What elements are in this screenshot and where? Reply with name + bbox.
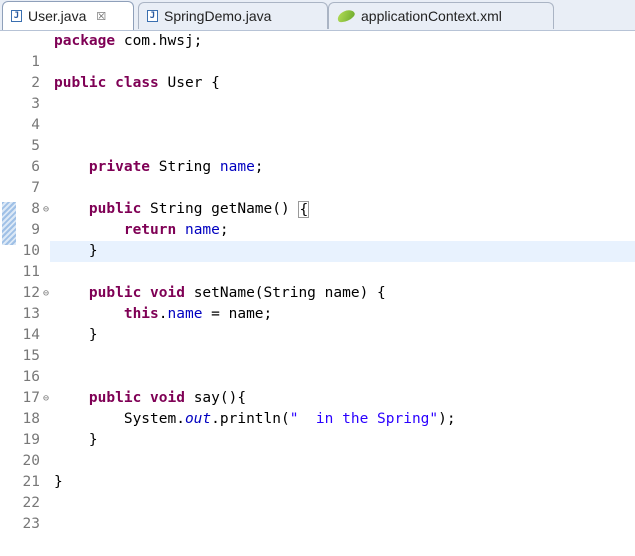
tab-user-java[interactable]: J User.java ☒: [2, 1, 134, 30]
code-line[interactable]: 1 package com.hwsj;: [0, 31, 635, 70]
code-line[interactable]: 5: [0, 115, 635, 154]
code-line[interactable]: 8: [0, 178, 635, 217]
tab-springdemo-java[interactable]: J SpringDemo.java: [138, 2, 328, 29]
code-line[interactable]: 16: [0, 346, 635, 385]
code-editor[interactable]: 1 package com.hwsj; 2 3 public class Use…: [0, 31, 635, 532]
fold-collapse-icon[interactable]: ⊖: [40, 388, 52, 409]
code-line[interactable]: 18 ⊖ public void say(){: [0, 388, 635, 427]
code-line[interactable]: 13 ⊖ public void setName(String name) {: [0, 283, 635, 322]
code-line[interactable]: 9 ⊖ public String getName() {: [0, 199, 635, 238]
editor-tab-bar: J User.java ☒ J SpringDemo.java applicat…: [0, 0, 635, 31]
java-file-icon: J: [11, 10, 22, 22]
code-line[interactable]: 7 private String name;: [0, 157, 635, 196]
tab-label: SpringDemo.java: [164, 8, 272, 24]
code-line[interactable]: 20 }: [0, 430, 635, 469]
fold-collapse-icon[interactable]: ⊖: [40, 199, 52, 220]
close-icon[interactable]: ☒: [96, 10, 106, 23]
code-text: package com.hwsj;: [54, 33, 203, 49]
code-line[interactable]: 3 public class User {: [0, 73, 635, 112]
code-line[interactable]: 15 }: [0, 325, 635, 364]
code-text: public String getName() {: [88, 200, 310, 218]
code-text: public void say(){: [88, 390, 247, 406]
code-line[interactable]: 6: [0, 136, 635, 175]
code-text: public void setName(String name) {: [88, 285, 386, 301]
tab-applicationcontext-xml[interactable]: applicationContext.xml: [328, 2, 554, 29]
code-text: }: [88, 243, 98, 259]
spring-leaf-icon: [335, 7, 357, 25]
code-line[interactable]: 10 return name;: [0, 220, 635, 259]
code-text: private String name;: [88, 159, 264, 175]
tab-label: applicationContext.xml: [361, 8, 502, 24]
code-text: this.name = name;: [123, 306, 273, 322]
code-line[interactable]: 19 System.out.println(" in the Spring");: [0, 409, 635, 448]
code-line[interactable]: 11 }: [0, 241, 635, 280]
code-text: }: [88, 327, 98, 343]
code-line[interactable]: 14 this.name = name;: [0, 304, 635, 343]
fold-collapse-icon[interactable]: ⊖: [40, 283, 52, 304]
code-line[interactable]: 17: [0, 367, 635, 406]
line-number: 23: [22, 516, 40, 532]
code-text: System.out.println(" in the Spring");: [123, 411, 456, 427]
tab-label: User.java: [28, 8, 87, 24]
code-text: }: [88, 432, 98, 448]
code-text: }: [54, 474, 63, 490]
code-line[interactable]: 4: [0, 94, 635, 133]
code-line[interactable]: 2: [0, 52, 635, 91]
code-line[interactable]: 12: [0, 262, 635, 301]
code-line[interactable]: 21: [0, 451, 635, 490]
code-line[interactable]: 22 }: [0, 472, 635, 511]
matching-bracket-highlight: {: [298, 200, 310, 218]
code-text: public class User {: [54, 75, 220, 91]
code-text: return name;: [123, 222, 229, 238]
code-line[interactable]: 23: [0, 493, 635, 532]
java-file-icon: J: [147, 10, 158, 22]
